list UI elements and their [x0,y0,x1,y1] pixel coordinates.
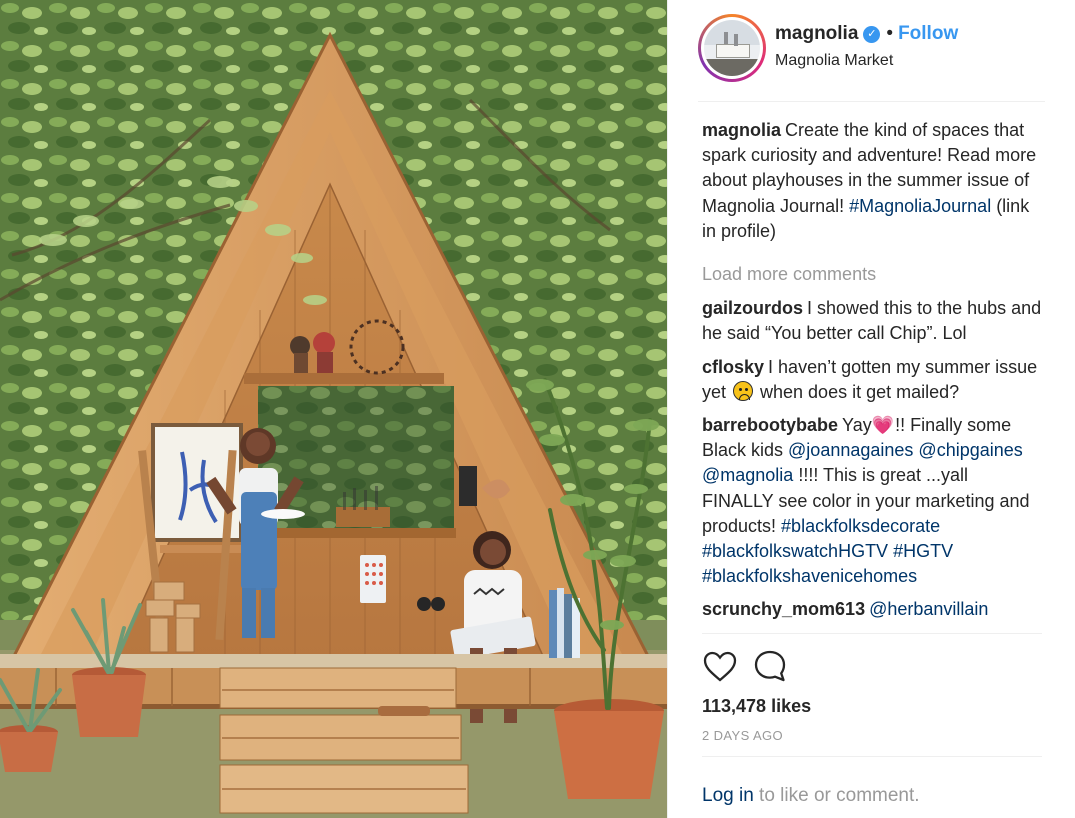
comment-item: cflosky I haven’t gotten my summer issue … [702,355,1042,405]
sparkling-heart-emoji-icon: 💗 [871,415,895,436]
comment-username[interactable]: scrunchy_mom613 [702,599,865,619]
comment-text: Yay [842,415,872,436]
hashtag-link[interactable]: #blackfolksdecorate [781,516,940,536]
heart-outline-icon [703,651,737,682]
comment-item: barrebootybabe Yay💗!! Finally some Black … [702,413,1042,589]
mention-link[interactable]: @herbanvillain [869,599,988,619]
post-actions-section: 113,478 likes 2 DAYS AGO [702,633,1042,757]
frowning-face-emoji-icon [733,380,754,401]
user-line: magnolia ✓ • Follow [775,22,958,46]
location-link[interactable]: Magnolia Market [775,51,958,71]
username-link[interactable]: magnolia [775,22,858,46]
avatar-image [704,20,760,76]
hashtag-link[interactable]: #HGTV [893,541,953,561]
comment-text-after: when does it get mailed? [755,381,960,402]
separator-dot: • [886,23,894,44]
comment-username[interactable]: gailzourdos [702,298,803,318]
follow-button[interactable]: Follow [898,22,958,46]
hashtag-link[interactable]: #blackfolkswatchHGTV [702,541,888,561]
comment-item: gailzourdos I showed this to the hubs and… [702,296,1042,346]
avatar-inner [701,17,763,79]
caption: magnolia Create the kind of spaces that s… [702,118,1042,244]
hashtag-link[interactable]: #blackfolkshavenicehomes [702,566,917,586]
avatar[interactable] [698,14,766,82]
post-photo[interactable] [0,0,667,818]
post-side-panel: magnolia ✓ • Follow Magnolia Market magn… [667,0,1075,818]
login-link[interactable]: Log in [702,785,754,806]
comment-username[interactable]: cflosky [702,357,764,377]
mention-link[interactable]: @joannagaines [788,440,913,460]
playhouse-photo-illustration [0,0,667,818]
caption-hashtag[interactable]: #MagnoliaJournal [849,196,991,216]
verified-check-icon: ✓ [863,25,881,43]
comments-list: magnolia Create the kind of spaces that s… [702,118,1042,632]
like-button[interactable] [702,648,738,684]
comment-button[interactable] [752,648,788,684]
likes-count[interactable]: 113,478 likes [702,694,1042,718]
comment-username[interactable]: barrebootybabe [702,415,838,435]
comment-item: scrunchy_mom613 @herbanvillain [702,597,1042,622]
mention-link[interactable]: @chipgaines [918,440,1022,460]
action-bar [702,648,1042,684]
caption-username[interactable]: magnolia [702,120,781,140]
post-header: magnolia ✓ • Follow Magnolia Market [698,14,1045,102]
post-timestamp[interactable]: 2 DAYS AGO [702,728,1042,743]
login-prompt: Log in to like or comment. [702,784,920,808]
load-more-comments-button[interactable]: Load more comments [702,262,1042,287]
mention-link[interactable]: @magnolia [702,465,793,485]
user-info: magnolia ✓ • Follow Magnolia Market [775,14,958,71]
comment-bubble-icon [754,650,786,682]
login-prompt-text: to like or comment. [753,785,920,806]
